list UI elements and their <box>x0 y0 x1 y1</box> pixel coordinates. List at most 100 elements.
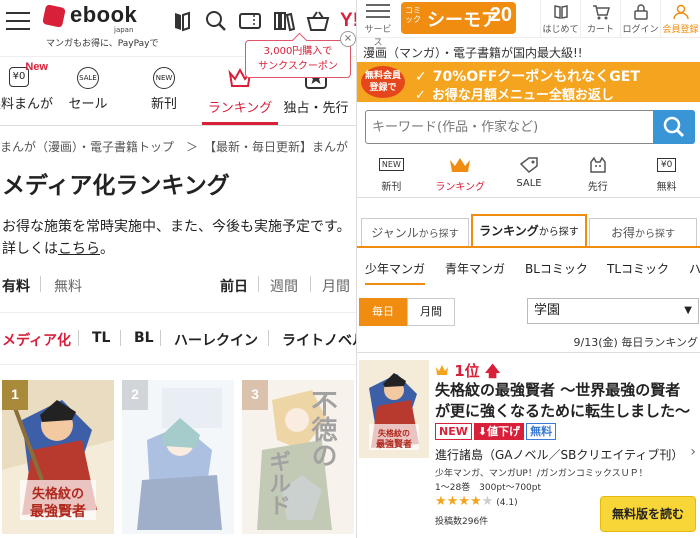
nav-label: 無料まんが <box>0 97 54 112</box>
breadcrumb[interactable]: まんが（漫画）・電子書籍トップ ＞ 【最新・毎日更新】まんが <box>0 138 356 155</box>
banner-badge: 無料会員登録で <box>361 66 405 98</box>
chevron-right-icon[interactable]: › <box>690 444 696 460</box>
genre-tab-bl[interactable]: BL <box>134 330 154 346</box>
cmoa-category-nav: NEW 新刊 ランキング SALE 先行 ¥0 無料 <box>357 152 700 198</box>
signup-banner[interactable]: 無料会員登録で ✓ 70%OFFクーポンもれなくGET ✓ お得な月額メニュー全額お… <box>357 62 700 103</box>
genre-tab-media[interactable]: メディア化 <box>2 330 71 350</box>
ranking-book-cover[interactable]: 失格紋の 最強賢者 <box>359 360 429 458</box>
nav-ranking[interactable]: ランキング <box>426 152 495 197</box>
book-title-link[interactable]: 失格紋の最強賢者 〜世界最強の賢者が更に強くなるために転生しました〜 NEW ⬇値… <box>435 380 691 443</box>
filter-paid[interactable]: 有料 <box>2 276 30 296</box>
subgenre-select[interactable]: 学園 ▼ <box>527 298 699 324</box>
book-cover-rank-3[interactable]: 3 不徳の ギルド <box>242 380 354 534</box>
tab-ranking-suffix: から探す <box>538 227 579 238</box>
search-button[interactable] <box>653 110 695 144</box>
book-cover-rank-1[interactable]: 失格紋の 最強賢者 1 <box>2 380 114 534</box>
notice-link[interactable]: こちら <box>58 241 100 257</box>
header-login[interactable]: ログイン <box>620 0 660 38</box>
period-daily-button[interactable]: 毎日 <box>359 298 407 326</box>
nav-preview[interactable]: 先行 <box>563 152 632 197</box>
nav-free[interactable]: ¥0 無料 <box>632 152 700 197</box>
tab-genre[interactable]: ジャンルから探す <box>361 218 469 248</box>
ebook-logo-text: ebook <box>70 2 138 27</box>
ranking-covers: 失格紋の 最強賢者 1 2 3 不徳の ギルド <box>0 380 356 538</box>
yen-zero-icon: ¥0 <box>632 156 700 178</box>
filter-free[interactable]: 無料 <box>54 276 82 296</box>
divider <box>0 364 356 365</box>
search-box <box>365 110 695 144</box>
ebook-logo[interactable]: ebook japan マンガもお得に、PayPayで <box>42 2 158 49</box>
genre-tab-tl[interactable]: TL <box>92 330 110 346</box>
header-beginner[interactable]: はじめて <box>540 0 580 38</box>
genre-tab-bl[interactable]: BLコミック <box>525 260 588 277</box>
cart-basket-icon[interactable] <box>306 9 330 33</box>
search-icon[interactable] <box>204 9 228 33</box>
tab-deals[interactable]: お得から探す <box>589 218 697 248</box>
yen-zero-icon-text: ¥0 <box>656 158 677 172</box>
tab-deals-suffix: から探す <box>635 229 675 240</box>
genre-tab-lightnovel[interactable]: ライトノベル <box>282 330 356 350</box>
ebook-pane: ebook japan マンガもお得に、PayPayで Y! 3,000円購入で <box>0 0 356 538</box>
coupon-icon[interactable] <box>238 9 262 33</box>
author[interactable]: 進行諸島（GAノベル／SBクリエイティブ刊） <box>435 446 683 463</box>
new-icon-text: NEW <box>378 158 404 171</box>
tab-ranking-label: ランキング <box>479 224 539 238</box>
user-icon <box>661 4 700 22</box>
divider <box>160 330 161 346</box>
nav-sale[interactable]: SALE セール <box>50 57 126 125</box>
search-input[interactable] <box>366 111 656 143</box>
tab-ranking[interactable]: ランキングから探す <box>471 214 587 248</box>
header-label: ログイン <box>622 25 659 35</box>
period-week[interactable]: 週間 <box>270 276 298 296</box>
genre-tab-more[interactable]: ハ <box>689 260 700 277</box>
genre-tab-tl[interactable]: TLコミック <box>607 260 669 277</box>
ebook-logo-japan: japan <box>114 26 134 34</box>
nav-label: 新刊 <box>150 97 177 112</box>
crown-icon <box>435 362 454 380</box>
close-icon[interactable]: × <box>340 31 356 47</box>
book-cover-rank-2[interactable]: 2 <box>122 380 234 534</box>
cmoa-logo[interactable]: コミック シーモア 20 <box>401 2 516 34</box>
read-free-button[interactable]: 無料版を読む <box>600 496 696 532</box>
genre-tab-seinen[interactable]: 青年マンガ <box>445 260 505 277</box>
browse-tabs: ジャンルから探す ランキングから探す お得から探す <box>357 214 700 248</box>
check-icon: ✓ <box>415 69 427 85</box>
period-monthly-button[interactable]: 月間 <box>407 298 455 326</box>
nav-sale[interactable]: SALE <box>495 152 564 197</box>
star-empty-icon: ★ <box>481 494 494 509</box>
service-menu[interactable]: サービス <box>363 4 393 48</box>
coupon-tooltip-line2: サンクスクーポン <box>258 61 338 72</box>
nav-new-releases[interactable]: NEW 新刊 <box>126 57 202 125</box>
cmoa-header: サービス コミック シーモア 20 はじめて カート ログイン 会員登録 <box>357 0 700 48</box>
genre-tab-harlequin[interactable]: ハーレクイン <box>174 330 258 350</box>
crown-icon <box>426 156 495 178</box>
new-badge: New <box>25 61 48 73</box>
period-month[interactable]: 月間 <box>322 276 350 296</box>
hamburger-menu-icon[interactable] <box>6 12 30 32</box>
bookshelf-icon[interactable] <box>170 9 194 33</box>
coupon-tooltip[interactable]: 3,000円購入で サンクスクーポン × <box>245 31 356 78</box>
notice-text: お得な施策を常時実施中、また、今後も実施予定です。詳しくはこちら。 <box>2 216 352 260</box>
banner-line2-text: お得な月額メニュー全額お返し <box>431 88 614 103</box>
cmoa-logo-main: シーモア <box>427 10 499 31</box>
site-headline: 漫画（マンガ）・電子書籍が国内最大級!! <box>363 46 583 60</box>
nav-label: セール <box>68 97 108 112</box>
rating-value: (4.1) <box>496 498 518 508</box>
genre-tab-shonen[interactable]: 少年マンガ <box>365 260 426 285</box>
library-icon[interactable] <box>272 9 296 33</box>
nav-free-manga[interactable]: ¥0 New 無料まんが <box>0 57 54 125</box>
genre-tabs: メディア化 TL BL ハーレクイン ライトノベル <box>0 330 356 354</box>
header-cart[interactable]: カート <box>580 0 620 38</box>
book-genre: 少年マンガ、マンガUP！/ガンガンコミックスＵＰ！ <box>435 469 648 479</box>
cmoa-header-icons: はじめて カート ログイン 会員登録 <box>540 0 700 38</box>
review-count[interactable]: 投稿数296件 <box>435 514 488 527</box>
header-register[interactable]: 会員登録 <box>660 0 700 38</box>
yahoo-logo-icon[interactable]: Y! <box>340 10 356 32</box>
period-day[interactable]: 前日 <box>220 276 248 296</box>
cart-icon <box>581 4 620 22</box>
divider <box>258 276 259 292</box>
nav-new-releases[interactable]: NEW 新刊 <box>357 152 426 197</box>
divider <box>357 352 700 353</box>
banner-line2: ✓ お得な月額メニュー全額お返し <box>415 84 614 103</box>
subgenre-select-value: 学園 <box>534 303 561 318</box>
